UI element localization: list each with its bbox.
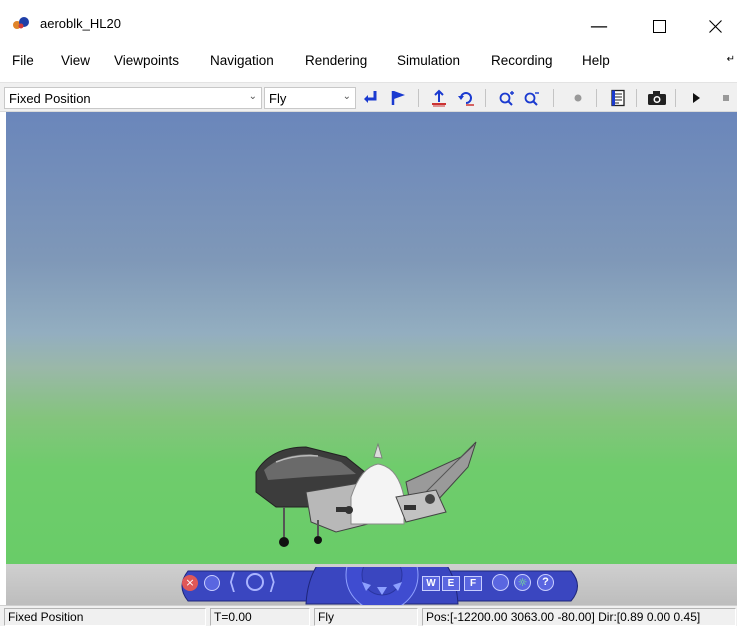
walk-mode-button[interactable]: W [422,576,440,591]
menu-rendering[interactable]: Rendering [305,53,367,68]
headlight-icon[interactable]: ☼ [514,574,531,591]
toolbar-separator [485,89,486,107]
matlab-simulink-icon [13,17,29,29]
menu-viewpoints[interactable]: Viewpoints [114,53,179,68]
right-arrow-icon[interactable]: ⟩ [268,570,277,595]
status-time: T=0.00 [210,608,310,626]
viewpoint-select[interactable]: Fixed Position ⌄ [4,87,262,109]
stop-icon[interactable] [715,88,737,108]
straighten-up-icon[interactable] [428,88,450,108]
hl20-aircraft-model [255,441,477,547]
window-title: aeroblk_HL20 [40,16,121,31]
status-navigation-mode: Fly [314,608,418,626]
menu-navigation[interactable]: Navigation [210,53,274,68]
menu-view[interactable]: View [61,53,90,68]
zoom-out-icon[interactable] [521,88,543,108]
record-icon[interactable] [567,88,589,108]
straighten-icon[interactable] [492,574,509,591]
menu-recording[interactable]: Recording [491,53,553,68]
chevron-down-icon: ⌄ [342,91,351,102]
left-arrow-icon[interactable]: ⟨ [228,570,237,595]
return-to-viewpoint-icon[interactable] [360,88,382,108]
toolbar-separator [553,89,554,107]
menu-simulation[interactable]: Simulation [397,53,460,68]
close-icon[interactable] [692,10,737,42]
title-bar: aeroblk_HL20 — [0,0,737,50]
close-panel-icon[interactable]: × [182,575,198,591]
fly-mode-button[interactable]: F [464,576,482,591]
undo-move-icon[interactable] [455,88,477,108]
viewpoint-select-value: Fixed Position [9,91,91,106]
toolbar-separator [596,89,597,107]
minimize-panel-icon[interactable] [204,575,220,591]
status-bar: Fixed Position T=0.00 Fly Pos:[-12200.00… [0,605,737,626]
toolbar-separator [636,89,637,107]
status-viewpoint: Fixed Position [4,608,206,626]
navigation-mode-value: Fly [269,91,287,106]
maximize-icon[interactable] [636,10,682,42]
status-position-direction: Pos:[-12200.00 3063.00 -80.00] Dir:[0.89… [422,608,736,626]
chevron-down-icon: ⌄ [248,91,257,102]
help-icon[interactable]: ? [537,574,554,591]
minimize-icon[interactable]: — [576,10,622,42]
menu-overflow-icon[interactable]: ↵ [727,54,735,65]
toolbar: Fixed Position ⌄ Fly ⌄ [0,82,737,112]
play-icon[interactable] [685,88,707,108]
toolbar-separator [675,89,676,107]
snapshot-icon[interactable] [646,88,668,108]
examine-mode-button[interactable]: E [442,576,460,591]
zoom-in-icon[interactable] [496,88,518,108]
toolbar-separator [418,89,419,107]
options-icon[interactable] [607,88,629,108]
navigation-wheel-icon[interactable] [246,573,264,591]
navigation-mode-select[interactable]: Fly ⌄ [264,87,356,109]
create-viewpoint-icon[interactable] [388,88,410,108]
menu-file[interactable]: File [12,53,34,68]
menu-help[interactable]: Help [582,53,610,68]
vr-canvas[interactable]: × ⟨ ⟩ W E F ☼ ? [6,112,737,605]
menu-bar: File View Viewpoints Navigation Renderin… [0,50,737,74]
